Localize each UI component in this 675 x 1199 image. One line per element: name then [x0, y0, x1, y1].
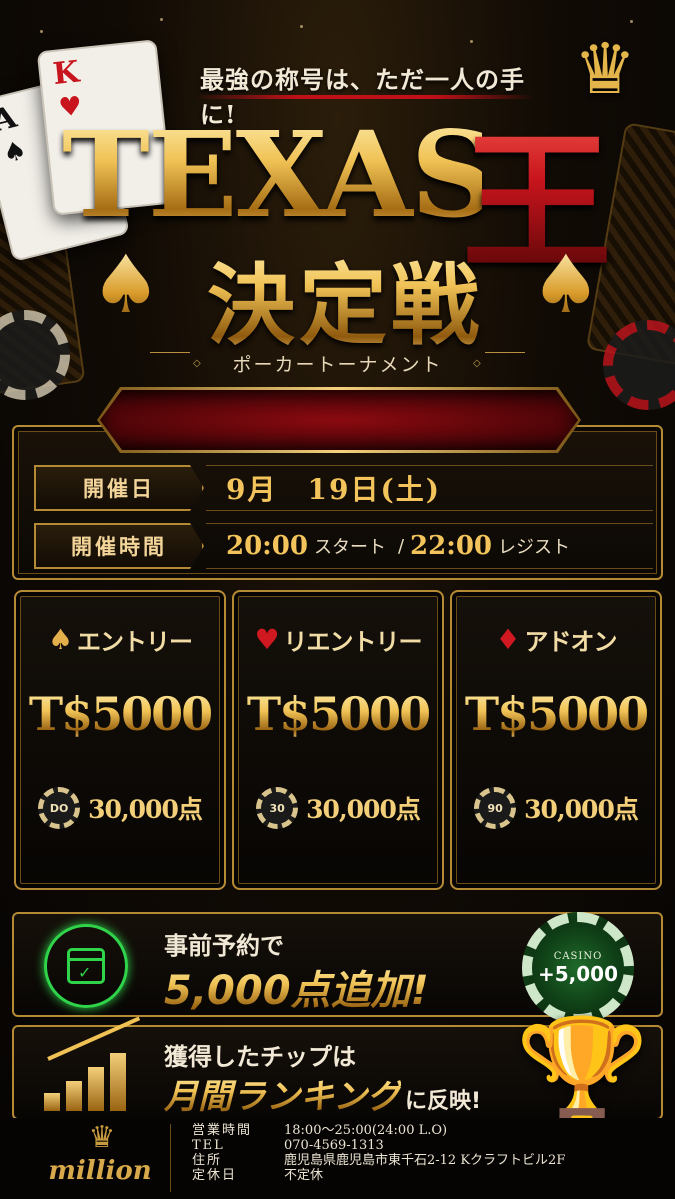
card-rank: A [0, 99, 21, 140]
time-label: 開催時間 [34, 523, 204, 569]
price-card-entry: ♠ エントリー T$5000 DO 30,000点 [14, 590, 226, 890]
price-value: T$5000 [452, 687, 660, 741]
date-label: 開催日 [34, 465, 204, 511]
price-card-header: ♥ リエントリー [234, 622, 442, 657]
price-card-label: エントリー [77, 628, 193, 656]
bar-chart-icon [44, 1016, 144, 1111]
chip-icon: 30 [256, 787, 299, 829]
price-value: T$5000 [16, 687, 224, 741]
info-value: 不定休 [284, 1168, 324, 1183]
price-card-addon: ♦ アドオン T$5000 90 30,000点 [450, 590, 662, 890]
info-key: TEL [192, 1138, 225, 1153]
store-info-row: 営業時間 18:00〜25:00(24:00 L.O) [192, 1123, 565, 1138]
price-card-label: リエントリー [283, 628, 423, 656]
red-banner [100, 390, 578, 450]
subtitle: ポーカートーナメント [232, 354, 443, 376]
register-time: 22:00 [410, 531, 493, 561]
store-info-row: 定休日 不定休 [192, 1168, 565, 1183]
diamond-icon: ♦ [495, 622, 521, 656]
ranking-text: 獲得したチップは [164, 1043, 356, 1071]
ranking-line: 月間ランキング に反映! [164, 1069, 481, 1118]
sparkle [300, 25, 303, 28]
price-value: T$5000 [234, 687, 442, 741]
store-info: 営業時間 18:00〜25:00(24:00 L.O) TEL 070-4569… [192, 1123, 565, 1183]
price-card-label: アドオン [524, 628, 618, 656]
info-value: 鹿児島県鹿児島市東千石2-12 Kクラフトビル2F [284, 1153, 566, 1168]
store-info-row: 住所 鹿児島県鹿児島市東千石2-12 Kクラフトビル2F [192, 1153, 565, 1168]
points-value: 30,000点 [306, 795, 421, 824]
sparkle [470, 40, 473, 43]
start-text: スタート [313, 537, 386, 558]
crown-icon: ♛ [88, 1120, 116, 1155]
footer-divider [170, 1124, 171, 1192]
start-time: 20:00 [226, 531, 308, 561]
chip-icon: 90 [474, 787, 517, 829]
sparkle [40, 30, 43, 33]
price-card-reentry: ♥ リエントリー T$5000 30 30,000点 [232, 590, 444, 890]
info-key: 定休日 [192, 1168, 238, 1183]
date-value: 9月 19日(土) [226, 473, 441, 506]
ranking-rest: に反映! [404, 1089, 482, 1114]
store-info-row: TEL 070-4569-1313 [192, 1138, 565, 1153]
ornament-line [150, 352, 190, 353]
price-points: 90 30,000点 [452, 787, 660, 829]
chip-brand: CASINO [553, 950, 603, 962]
bar [110, 1053, 126, 1111]
date-value-wrap: 9月 19日(土) [206, 465, 653, 511]
bar [88, 1067, 104, 1111]
info-value: 18:00〜25:00(24:00 L.O) [284, 1123, 448, 1138]
sparkle [160, 18, 163, 21]
title-texas: TEXAS [62, 105, 496, 244]
calendar-check-icon: ✓ [44, 924, 128, 1008]
reservation-text: 事前予約で [164, 932, 284, 960]
chip-bonus: +5,000 [537, 961, 619, 986]
footer: ♛ million 営業時間 18:00〜25:00(24:00 L.O) TE… [0, 1118, 675, 1199]
date-row: 開催日 9月 19日(土) [26, 465, 653, 511]
calendar-icon: ✓ [67, 948, 105, 984]
ranking-highlight: 月間ランキング [164, 1069, 401, 1118]
chip-icon: DO [38, 787, 81, 829]
sparkle [630, 20, 633, 23]
info-key: 住所 [192, 1153, 223, 1168]
points-value: 30,000点 [88, 795, 203, 824]
spade-icon: ♠ [90, 238, 162, 331]
price-points: 30 30,000点 [234, 787, 442, 829]
time-row: 開催時間 20:00 スタート / 22:00 レジスト [26, 523, 653, 569]
time-separator: / [397, 535, 405, 557]
info-value: 070-4569-1313 [284, 1138, 384, 1153]
reservation-bonus-text: 5,000点追加! [164, 958, 429, 1016]
check-icon: ✓ [78, 963, 92, 982]
bar [66, 1081, 82, 1111]
register-text: レジスト [498, 537, 571, 558]
spade-icon: ♠ [0, 135, 30, 170]
poster: A ♠ K ♥ 最強の称号は、ただ一人の手に! ♛ TEXAS 王 ♠ 決定戦 … [0, 0, 675, 1199]
price-card-header: ♦ アドオン [452, 622, 660, 657]
bar [44, 1093, 60, 1111]
spade-icon: ♠ [47, 622, 74, 656]
points-value: 30,000点 [524, 795, 639, 824]
trend-arrow-icon [47, 1016, 141, 1061]
diamond-ornament-icon: ◇ [473, 358, 481, 369]
title-sub: 決定戦 [175, 235, 515, 362]
ornament-line [485, 352, 525, 353]
spade-icon: ♠ [530, 238, 602, 331]
card-rank: K [51, 54, 81, 93]
price-points: DO 30,000点 [16, 787, 224, 829]
price-card-header: ♠ エントリー [16, 622, 224, 657]
logo: million [48, 1156, 152, 1186]
time-value-wrap: 20:00 スタート / 22:00 レジスト [206, 523, 653, 569]
heart-icon: ♥ [254, 622, 280, 656]
info-key: 営業時間 [192, 1123, 253, 1138]
